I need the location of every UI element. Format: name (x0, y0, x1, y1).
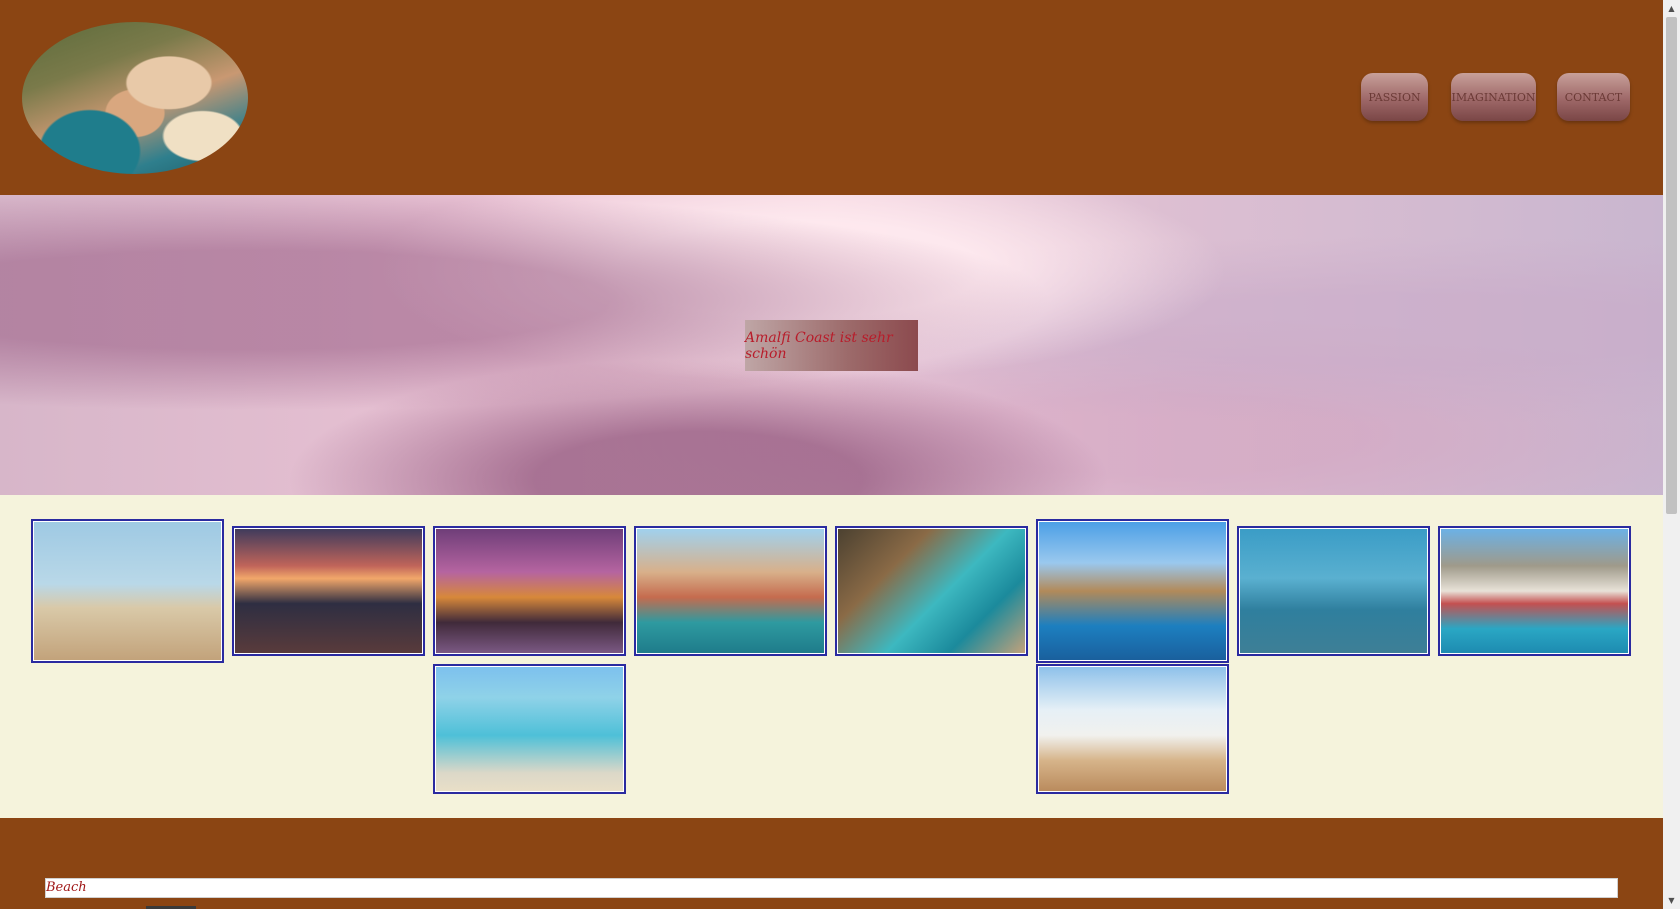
family-beach-image[interactable] (1036, 664, 1229, 794)
footer-bar: Beach (0, 818, 1663, 909)
vertical-scrollbar[interactable]: ▲ ▼ (1663, 0, 1680, 909)
scrollbar-thumb[interactable] (1666, 17, 1677, 514)
ferry-harbor-image[interactable] (1237, 526, 1430, 656)
hero-title-label: Amalfi Coast ist sehr schön (745, 320, 918, 371)
scroll-up-arrow-icon[interactable]: ▲ (1663, 0, 1680, 17)
header-bar: PASSION IMAGINATION CONTACT (0, 0, 1663, 195)
beach-chairs-image[interactable] (31, 519, 224, 663)
capri-marina-image[interactable] (1438, 526, 1631, 656)
vernazza-sunset-image[interactable] (232, 526, 425, 656)
nav-imagination-button[interactable]: IMAGINATION (1451, 73, 1536, 121)
manarola-cliff-image[interactable] (1036, 519, 1229, 663)
venice-grand-canal-image[interactable] (634, 526, 827, 656)
page: PASSION IMAGINATION CONTACT Amalfi Coast… (0, 0, 1663, 909)
venice-canal-night-image[interactable] (433, 526, 626, 656)
nav-passion-button[interactable]: PASSION (1361, 73, 1428, 121)
woman-in-sea-image[interactable] (433, 664, 626, 794)
nav-contact-button[interactable]: CONTACT (1557, 73, 1630, 121)
scroll-down-arrow-icon[interactable]: ▼ (1663, 892, 1680, 909)
hero-banner: Amalfi Coast ist sehr schön (0, 195, 1663, 495)
footer-beach-field[interactable]: Beach (45, 878, 1618, 898)
photo-gallery (0, 495, 1663, 818)
logo-image[interactable] (22, 22, 248, 174)
rocky-cove-image[interactable] (835, 526, 1028, 656)
